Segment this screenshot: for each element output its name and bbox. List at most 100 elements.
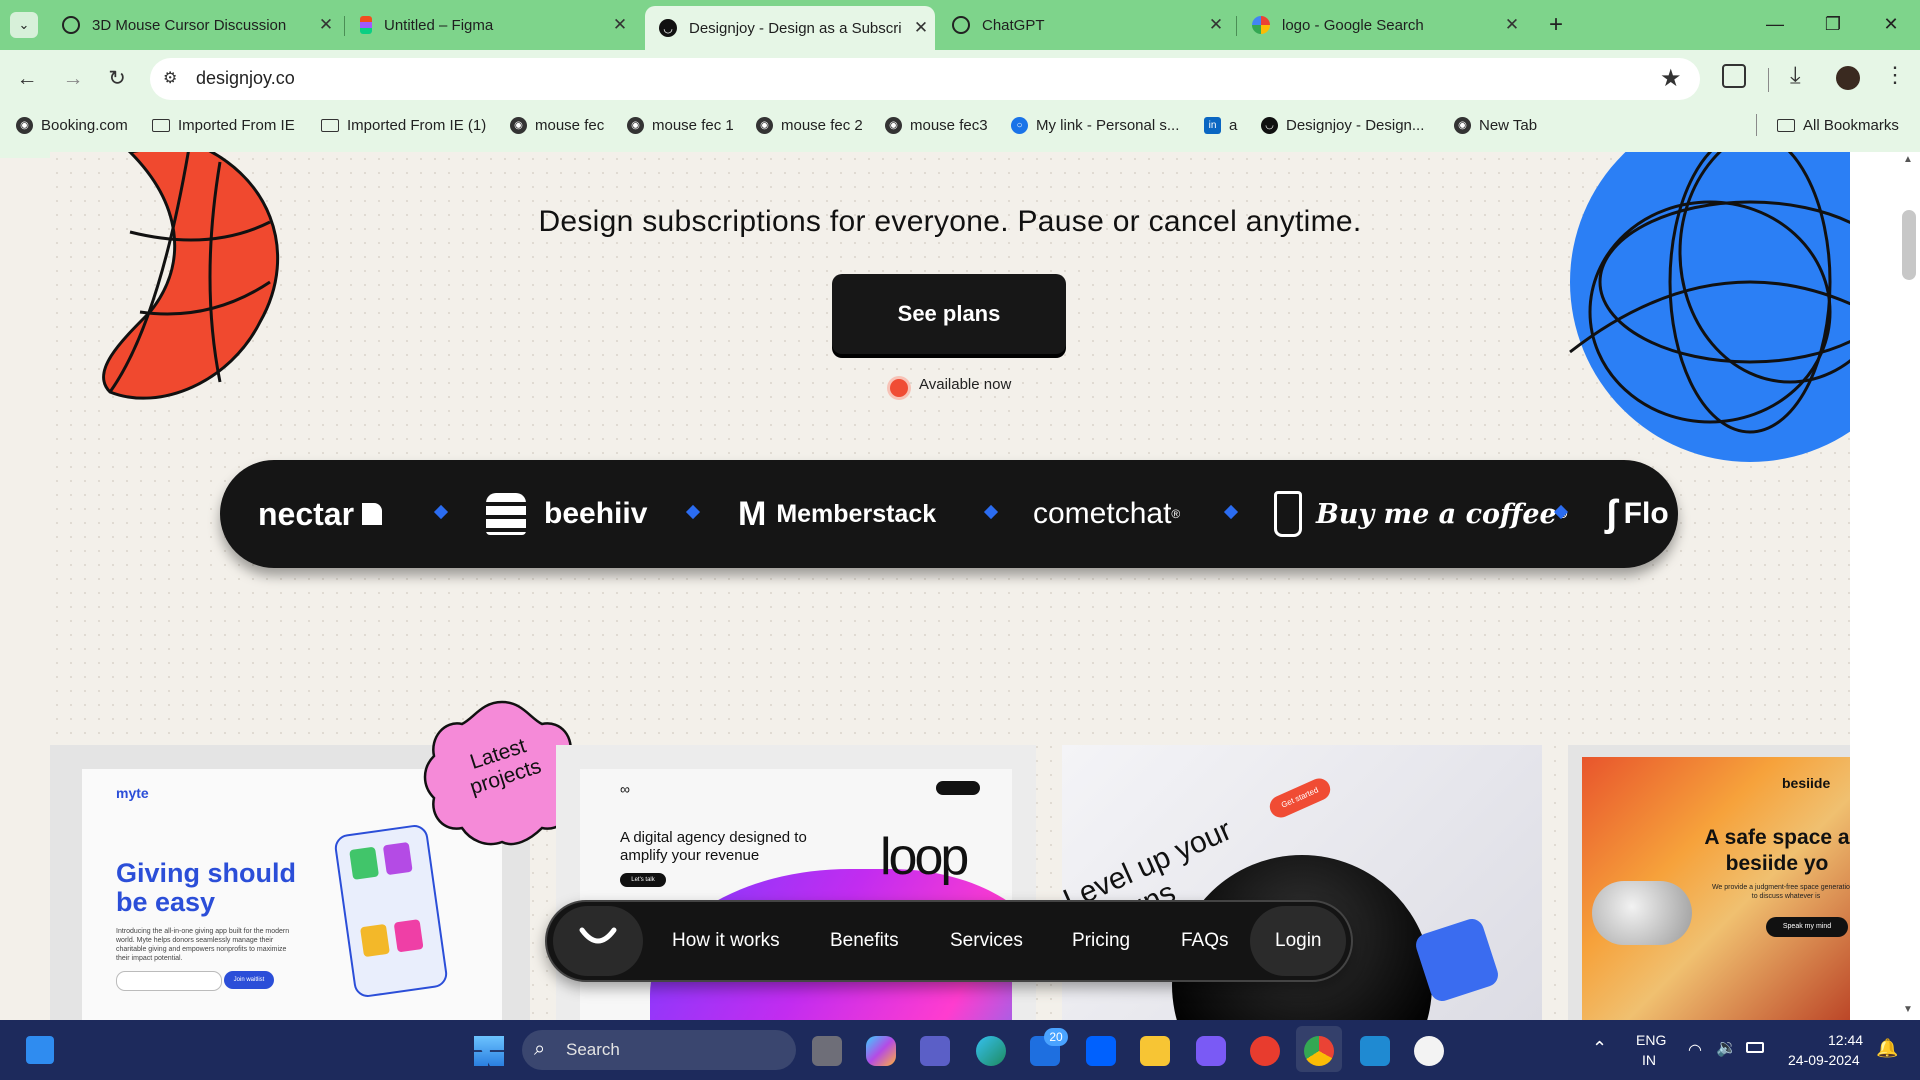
bookmark-mouse-fec3[interactable]: ◉ mouse fec3 (885, 114, 988, 136)
download-icon[interactable]: ⤓ (1790, 62, 1801, 90)
card-title: A digital agency designed to amplify you… (620, 829, 807, 864)
clock-time[interactable]: 12:44 (1828, 1032, 1863, 1048)
card-screen: besiide A safe space a besiide yo We pro… (1582, 757, 1850, 1025)
dropbox-icon[interactable] (1086, 1036, 1116, 1066)
notification-bell-icon[interactable]: 🔔 (1876, 1038, 1898, 1059)
bookmark-imported-ie-1[interactable]: Imported From IE (1) (321, 114, 486, 136)
nav-pricing[interactable]: Pricing (1072, 930, 1130, 952)
coffee-cup-icon (1274, 491, 1302, 537)
tab-label: Designjoy - Design as a Subscri (689, 19, 902, 37)
bookmark-label: All Bookmarks (1803, 116, 1899, 134)
clock-date: 24-09-2024 (1788, 1052, 1860, 1068)
figma-icon (360, 16, 372, 34)
media-player-icon[interactable] (1414, 1036, 1444, 1066)
copilot-icon[interactable] (866, 1036, 896, 1066)
globe-icon: ◉ (16, 116, 33, 134)
tab-divider (344, 16, 345, 36)
card-screen: ∞ A digital agency designed to amplify y… (580, 769, 1012, 1025)
battery-icon[interactable] (1746, 1042, 1764, 1053)
language-indicator[interactable]: ENG (1636, 1032, 1666, 1048)
bookmark-imported-ie[interactable]: Imported From IE (152, 114, 295, 136)
project-card-level-up[interactable]: Level up your designs Get started (1062, 745, 1542, 1025)
card-email-field (116, 971, 222, 991)
scroll-down-icon[interactable]: ▼ (1903, 1004, 1913, 1015)
wifi-icon[interactable]: ◠ (1688, 1040, 1702, 1060)
logo-cometchat: cometchat ® (1033, 497, 1181, 530)
bookmark-star-icon[interactable]: ★ (1660, 64, 1682, 93)
scrollbar-thumb[interactable] (1902, 210, 1916, 280)
volume-icon[interactable]: 🔉 (1716, 1038, 1737, 1058)
nav-benefits[interactable]: Benefits (830, 930, 899, 952)
back-icon[interactable]: ← (10, 62, 44, 96)
file-explorer-icon[interactable] (1140, 1036, 1170, 1066)
bookmark-label: Booking.com (41, 116, 128, 134)
bookmark-new-tab[interactable]: ◉ New Tab (1454, 114, 1537, 136)
edge-icon[interactable] (976, 1036, 1006, 1066)
linkedin-icon: in (1204, 116, 1221, 134)
widgets-icon[interactable] (26, 1036, 54, 1064)
tab-label: 3D Mouse Cursor Discussion (92, 16, 287, 34)
bookmark-my-link[interactable]: ○ My link - Personal s... (1011, 114, 1179, 136)
close-icon[interactable]: ✕ (1498, 15, 1526, 35)
tab-designjoy[interactable]: ◡ Designjoy - Design as a Subscri ✕ (645, 6, 935, 50)
chevron-up-icon[interactable]: ⌃ (1592, 1038, 1607, 1059)
tab-google-search[interactable]: logo - Google Search ✕ (1238, 6, 1526, 44)
bookmark-booking[interactable]: ◉ Booking.com (16, 114, 128, 136)
nav-how-it-works[interactable]: How it works (672, 930, 780, 952)
close-icon[interactable]: ✕ (606, 15, 634, 35)
project-card-loop[interactable]: ∞ A digital agency designed to amplify y… (556, 745, 1036, 1025)
close-icon[interactable]: ✕ (312, 15, 340, 35)
bookmark-mouse-fec-1[interactable]: ◉ mouse fec 1 (627, 114, 734, 136)
logo-beehiiv: beehiiv (486, 460, 647, 568)
project-card-besiide[interactable]: besiide A safe space a besiide yo We pro… (1568, 745, 1850, 1025)
card-title: Giving should be easy (116, 858, 296, 917)
bookmark-linkedin[interactable]: in a (1204, 114, 1237, 136)
chrome-icon[interactable] (1304, 1036, 1334, 1066)
taskbar-search[interactable] (522, 1030, 796, 1070)
menu-icon[interactable]: ⋮ (1884, 62, 1906, 88)
bookmark-label: Imported From IE (178, 116, 295, 134)
nav-services[interactable]: Services (950, 930, 1023, 952)
minimize-icon[interactable]: — (1752, 8, 1798, 40)
new-tab-button[interactable]: + (1540, 10, 1572, 40)
hero-subtitle: Design subscriptions for everyone. Pause… (538, 205, 1362, 238)
forward-icon[interactable]: → (56, 62, 90, 96)
url-text[interactable]: designjoy.co (196, 68, 295, 89)
scroll-up-icon[interactable]: ▲ (1903, 154, 1913, 165)
nav-faqs[interactable]: FAQs (1181, 930, 1229, 952)
app-purple-icon[interactable] (1196, 1036, 1226, 1066)
home-logo-button[interactable] (553, 906, 643, 976)
tab-3d-mouse[interactable]: 3D Mouse Cursor Discussion ✕ (48, 6, 340, 44)
address-bar[interactable] (150, 58, 1700, 100)
task-view-icon[interactable] (812, 1036, 842, 1066)
chatgpt-icon (952, 16, 970, 34)
tab-figma[interactable]: Untitled – Figma ✕ (346, 6, 634, 44)
teams-icon[interactable] (920, 1036, 950, 1066)
page-scrollbar[interactable] (1850, 152, 1920, 1020)
bookmark-designjoy[interactable]: ◡ Designjoy - Design... (1261, 114, 1424, 136)
region-indicator: IN (1642, 1052, 1656, 1068)
link-icon: ○ (1011, 116, 1028, 134)
see-plans-button[interactable]: See plans (832, 274, 1066, 354)
tab-search-button[interactable]: ⌄ (10, 12, 38, 38)
logo-flo: ʃ Flo (1605, 460, 1669, 568)
close-icon[interactable]: ✕ (907, 18, 935, 38)
all-bookmarks[interactable]: All Bookmarks (1777, 114, 1899, 136)
profile-avatar[interactable] (1836, 66, 1860, 90)
extensions-icon[interactable] (1722, 64, 1746, 88)
vscode-icon[interactable] (1360, 1036, 1390, 1066)
app-red-icon[interactable] (1250, 1036, 1280, 1066)
restore-icon[interactable]: ❐ (1810, 8, 1856, 40)
card-brand: loop (880, 828, 969, 886)
card-nav-button (936, 781, 980, 795)
bookmark-mouse-fec[interactable]: ◉ mouse fec (510, 114, 604, 136)
card-nav-logo: ∞ (620, 781, 630, 797)
designjoy-icon: ◡ (659, 19, 677, 37)
tab-label: ChatGPT (982, 16, 1045, 34)
tab-chatgpt[interactable]: ChatGPT ✕ (938, 6, 1230, 44)
bookmark-mouse-fec-2[interactable]: ◉ mouse fec 2 (756, 114, 863, 136)
reload-icon[interactable]: ↻ (100, 62, 134, 96)
close-icon[interactable]: ✕ (1202, 15, 1230, 35)
site-info-icon[interactable]: ⚙ (163, 68, 183, 88)
close-window-icon[interactable]: ✕ (1868, 8, 1914, 40)
